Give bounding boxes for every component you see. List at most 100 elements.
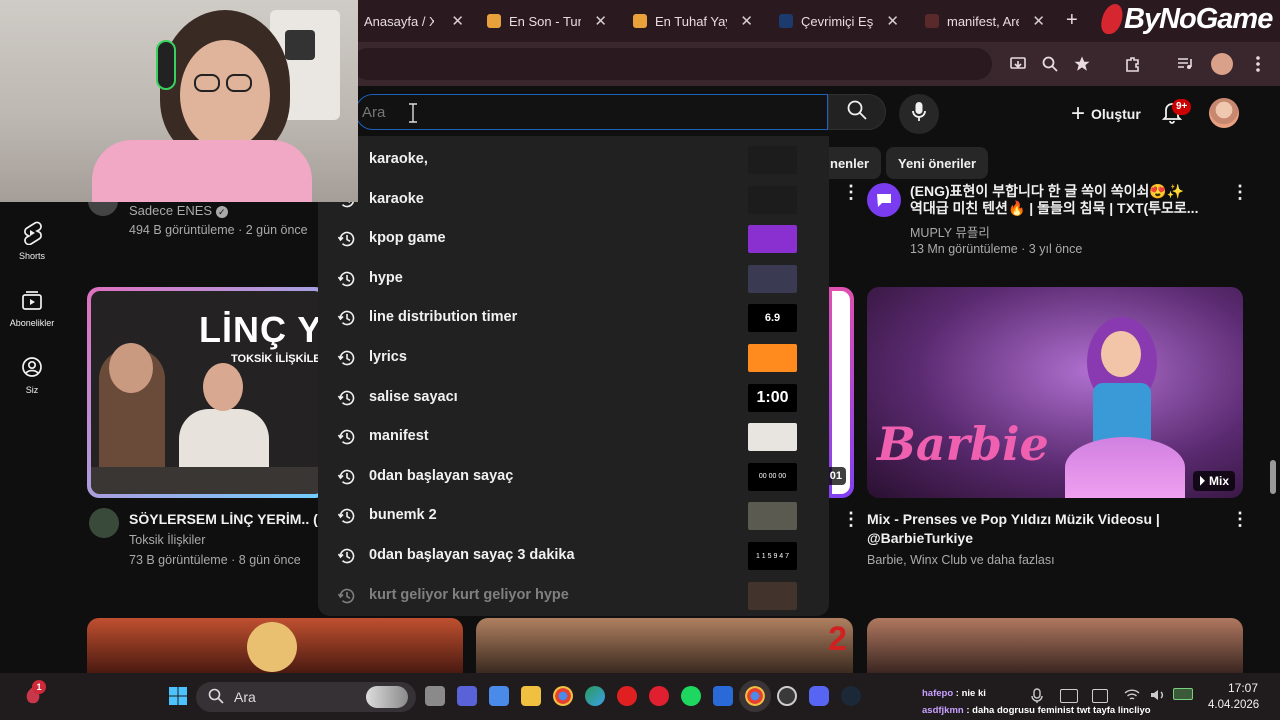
more-actions-icon[interactable]: ⋮ xyxy=(842,182,860,203)
youtube-app-icon[interactable] xyxy=(617,686,637,706)
app-badge: 1 xyxy=(32,680,46,694)
video-thumbnail[interactable]: Barbie ⏵ Mix xyxy=(867,287,1243,498)
channel-avatar[interactable] xyxy=(867,183,901,217)
search-suggestion[interactable]: karaoke xyxy=(318,180,829,220)
page-scrollbar[interactable] xyxy=(1268,86,1280,672)
video-meta: 73 B görüntüleme · 8 gün önce xyxy=(129,553,301,567)
video-thumbnail[interactable] xyxy=(867,618,1243,673)
search-suggestion[interactable]: kpop game xyxy=(318,219,829,259)
search-suggestion[interactable]: manifest xyxy=(318,417,829,457)
chip-new-suggestions[interactable]: Yeni öneriler xyxy=(886,147,989,179)
tab-favicon-icon xyxy=(779,14,793,28)
browser-tab[interactable]: En Son - Turnu ✕ xyxy=(487,6,607,36)
video-title[interactable]: Mix - Prenses ve Pop Yıldızı Müzik Video… xyxy=(867,510,1227,529)
tab-label: En Tuhaf Yayın xyxy=(655,13,727,29)
more-actions-icon[interactable]: ⋮ xyxy=(1231,182,1249,203)
chrome-icon[interactable] xyxy=(553,686,573,706)
more-actions-icon[interactable]: ⋮ xyxy=(842,509,860,530)
media-controls-icon[interactable] xyxy=(1173,52,1197,76)
chrome-active-icon[interactable] xyxy=(739,680,771,712)
search-suggestion[interactable]: line distribution timer 6.9 xyxy=(318,298,829,338)
install-app-icon[interactable] xyxy=(1006,52,1030,76)
battery-icon[interactable] xyxy=(1173,688,1193,700)
search-suggestion[interactable]: bunemk 2 xyxy=(318,496,829,536)
microphone-tray-icon[interactable] xyxy=(1030,688,1044,704)
video-thumbnail[interactable] xyxy=(87,618,463,673)
search-suggestion[interactable]: hype xyxy=(318,259,829,299)
keyboard-tray-icon[interactable] xyxy=(1060,689,1078,703)
search-button[interactable] xyxy=(828,94,886,130)
search-icon xyxy=(208,688,224,707)
address-bar[interactable] xyxy=(352,48,992,80)
taskbar-search[interactable]: Ara xyxy=(196,682,416,712)
browser-tab[interactable]: Çevrimiçi Eşli ✕ xyxy=(779,6,899,36)
thumbnail-title: LİNÇ YE xyxy=(199,309,323,350)
nav-shorts[interactable]: Shorts xyxy=(0,221,64,261)
search-suggestion[interactable]: kurt geliyor kurt geliyor hype xyxy=(318,576,829,616)
suggestion-text: line distribution timer xyxy=(369,309,518,326)
channel-avatar[interactable] xyxy=(89,508,119,538)
clock-time[interactable]: 17:07 xyxy=(1228,681,1258,695)
create-button[interactable]: + Oluştur xyxy=(1057,96,1155,132)
spotify-icon[interactable] xyxy=(681,686,701,706)
video-meta: 494 B görüntüleme · 2 gün önce xyxy=(129,223,308,237)
app-icon[interactable] xyxy=(713,686,733,706)
browser-tab[interactable]: manifest, Aren ✕ xyxy=(925,6,1045,36)
video-thumbnail[interactable]: LİNÇ YE TOKSİK İLİŞKİLER xyxy=(87,287,327,498)
wifi-icon[interactable] xyxy=(1124,688,1140,707)
account-avatar[interactable] xyxy=(1209,98,1239,128)
suggestion-text: lyrics xyxy=(369,349,407,365)
new-tab-button[interactable]: + xyxy=(1066,9,1078,32)
video-title-line2[interactable]: @BarbieTurkiye xyxy=(867,529,1227,548)
video-title[interactable]: SÖYLERSEM LİNÇ YERİM.. (k xyxy=(129,510,319,529)
volume-icon[interactable] xyxy=(1150,688,1166,707)
voice-search-button[interactable] xyxy=(899,94,939,134)
discord-icon[interactable] xyxy=(809,686,829,706)
obs-icon[interactable] xyxy=(777,686,797,706)
channel-name[interactable]: Sadece ENES ✓ xyxy=(129,203,228,218)
display-tray-icon[interactable] xyxy=(1092,689,1108,703)
browser-profile-avatar[interactable] xyxy=(1211,53,1233,75)
browser-tab[interactable]: En Tuhaf Yayın ✕ xyxy=(633,6,753,36)
close-tab-icon[interactable]: ✕ xyxy=(594,12,607,30)
chat-message: asdfjkmn : daha dogrusu feminist twt tay… xyxy=(922,705,1151,716)
zoom-icon[interactable] xyxy=(1038,52,1062,76)
suggestion-thumbnail xyxy=(748,502,797,531)
video-thumbnail[interactable]: 2 xyxy=(476,618,853,673)
close-tab-icon[interactable]: ✕ xyxy=(451,12,464,30)
opera-icon[interactable] xyxy=(649,686,669,706)
page-scrollbar-thumb[interactable] xyxy=(1270,460,1276,494)
extensions-icon[interactable] xyxy=(1121,52,1145,76)
browser-tab[interactable]: Anasayfa / X ✕ xyxy=(364,6,464,36)
search-suggestion[interactable]: 0dan başlayan sayaç 00 00 00 xyxy=(318,457,829,497)
search-suggestion[interactable]: salise sayacı 1:00 xyxy=(318,378,829,418)
more-actions-icon[interactable]: ⋮ xyxy=(1231,509,1249,530)
channel-name[interactable]: Barbie, Winx Club ve daha fazlası xyxy=(867,553,1055,567)
close-tab-icon[interactable]: ✕ xyxy=(886,12,899,30)
nav-subscriptions[interactable]: Abonelikler xyxy=(0,288,64,328)
bookmark-star-icon[interactable] xyxy=(1070,52,1094,76)
app-icon[interactable] xyxy=(489,686,509,706)
clock-date[interactable]: 4.04.2026 xyxy=(1208,699,1259,711)
channel-name[interactable]: Toksik İlişkiler xyxy=(129,533,205,547)
edge-icon[interactable] xyxy=(585,686,605,706)
search-suggestions-dropdown: karaoke, karaoke kpop game hype line distrib… xyxy=(318,136,829,616)
teams-icon[interactable] xyxy=(457,686,477,706)
steam-icon[interactable] xyxy=(841,686,861,706)
mix-badge: ⏵ Mix xyxy=(1192,471,1235,491)
file-explorer-icon[interactable] xyxy=(521,686,541,706)
search-suggestion[interactable]: karaoke, xyxy=(318,140,829,180)
windows-start-icon[interactable] xyxy=(168,686,188,706)
task-view-icon[interactable] xyxy=(425,686,445,706)
video-title-line2[interactable]: 역대급 미친 텐션🔥 | 돌들의 침묵 | TXT(투모로... xyxy=(910,199,1230,218)
nav-you[interactable]: Siz xyxy=(0,355,64,395)
you-icon xyxy=(20,355,44,379)
suggestion-thumbnail: 6.9 xyxy=(748,304,797,333)
browser-menu-icon[interactable] xyxy=(1246,52,1270,76)
close-tab-icon[interactable]: ✕ xyxy=(1032,12,1045,30)
channel-name[interactable]: MUPLY 뮤플리 xyxy=(910,222,990,241)
search-input[interactable] xyxy=(355,94,828,130)
close-tab-icon[interactable]: ✕ xyxy=(740,12,753,30)
search-suggestion[interactable]: lyrics xyxy=(318,338,829,378)
search-suggestion[interactable]: 0dan başlayan sayaç 3 dakika 1 1 5 9 4 7 xyxy=(318,536,829,576)
